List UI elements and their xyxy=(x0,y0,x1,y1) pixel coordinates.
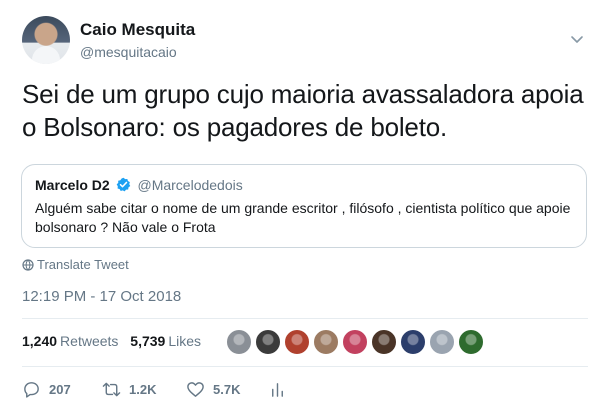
divider xyxy=(22,366,588,367)
retweet-icon xyxy=(102,382,121,396)
analytics-icon xyxy=(272,382,283,397)
quoted-tweet-text: Alguém sabe citar o nome de um grande es… xyxy=(35,200,571,235)
globe-icon xyxy=(22,259,34,271)
translate-label: Translate Tweet xyxy=(37,257,129,272)
reply-icon xyxy=(24,381,39,398)
liker-avatars xyxy=(226,329,487,357)
liker-avatar[interactable] xyxy=(400,329,426,355)
quoted-author-name: Marcelo D2 xyxy=(35,177,110,193)
translate-tweet-link[interactable]: Translate Tweet xyxy=(22,257,129,272)
retweets-count: 1,240 xyxy=(22,333,58,349)
engagement-stats: 1,240 Retweets 5,739 Likes xyxy=(22,333,209,349)
analytics-button[interactable] xyxy=(268,378,295,400)
likes-stat[interactable]: 5,739 Likes xyxy=(130,333,201,349)
liker-avatar[interactable] xyxy=(255,329,281,355)
like-button[interactable]: 5.7K xyxy=(186,378,240,400)
author-handle[interactable]: @mesquitacaio xyxy=(80,44,177,60)
quoted-tweet[interactable]: Marcelo D2 @Marcelodedois Alguém sabe ci… xyxy=(21,164,587,248)
author-name[interactable]: Caio Mesquita xyxy=(80,20,195,40)
tweet-timestamp[interactable]: 12:19 PM - 17 Oct 2018 xyxy=(22,288,181,305)
tweet-text: Sei de um grupo cujo maioria avassalador… xyxy=(22,79,584,142)
liker-avatar[interactable] xyxy=(458,329,484,355)
verified-badge-icon xyxy=(116,177,130,192)
divider xyxy=(22,318,588,319)
tweet-actions: 207 1.2K 5.7K xyxy=(22,378,322,400)
tweet-header: Caio Mesquita @mesquitacaio xyxy=(22,14,592,66)
liker-avatar[interactable] xyxy=(429,329,455,355)
retweet-button[interactable]: 1.2K xyxy=(102,378,156,400)
heart-icon xyxy=(187,381,204,397)
likes-count: 5,739 xyxy=(130,333,166,349)
retweets-label: Retweets xyxy=(60,333,119,349)
likes-label: Likes xyxy=(168,333,202,349)
liker-avatar[interactable] xyxy=(313,329,339,355)
like-count: 5.7K xyxy=(213,381,241,397)
quoted-tweet-header: Marcelo D2 @Marcelodedois xyxy=(35,176,573,194)
liker-avatar[interactable] xyxy=(342,329,368,355)
reply-button[interactable]: 207 xyxy=(22,378,71,400)
retweets-stat[interactable]: 1,240 Retweets xyxy=(22,333,118,349)
avatar[interactable] xyxy=(22,16,70,64)
quoted-author-handle: @Marcelodedois xyxy=(137,177,243,193)
liker-avatar[interactable] xyxy=(226,329,252,355)
retweet-count: 1.2K xyxy=(129,381,157,397)
chevron-down-icon[interactable] xyxy=(570,32,584,46)
liker-avatar[interactable] xyxy=(371,329,397,355)
reply-count: 207 xyxy=(49,381,71,397)
liker-avatar[interactable] xyxy=(284,329,310,355)
